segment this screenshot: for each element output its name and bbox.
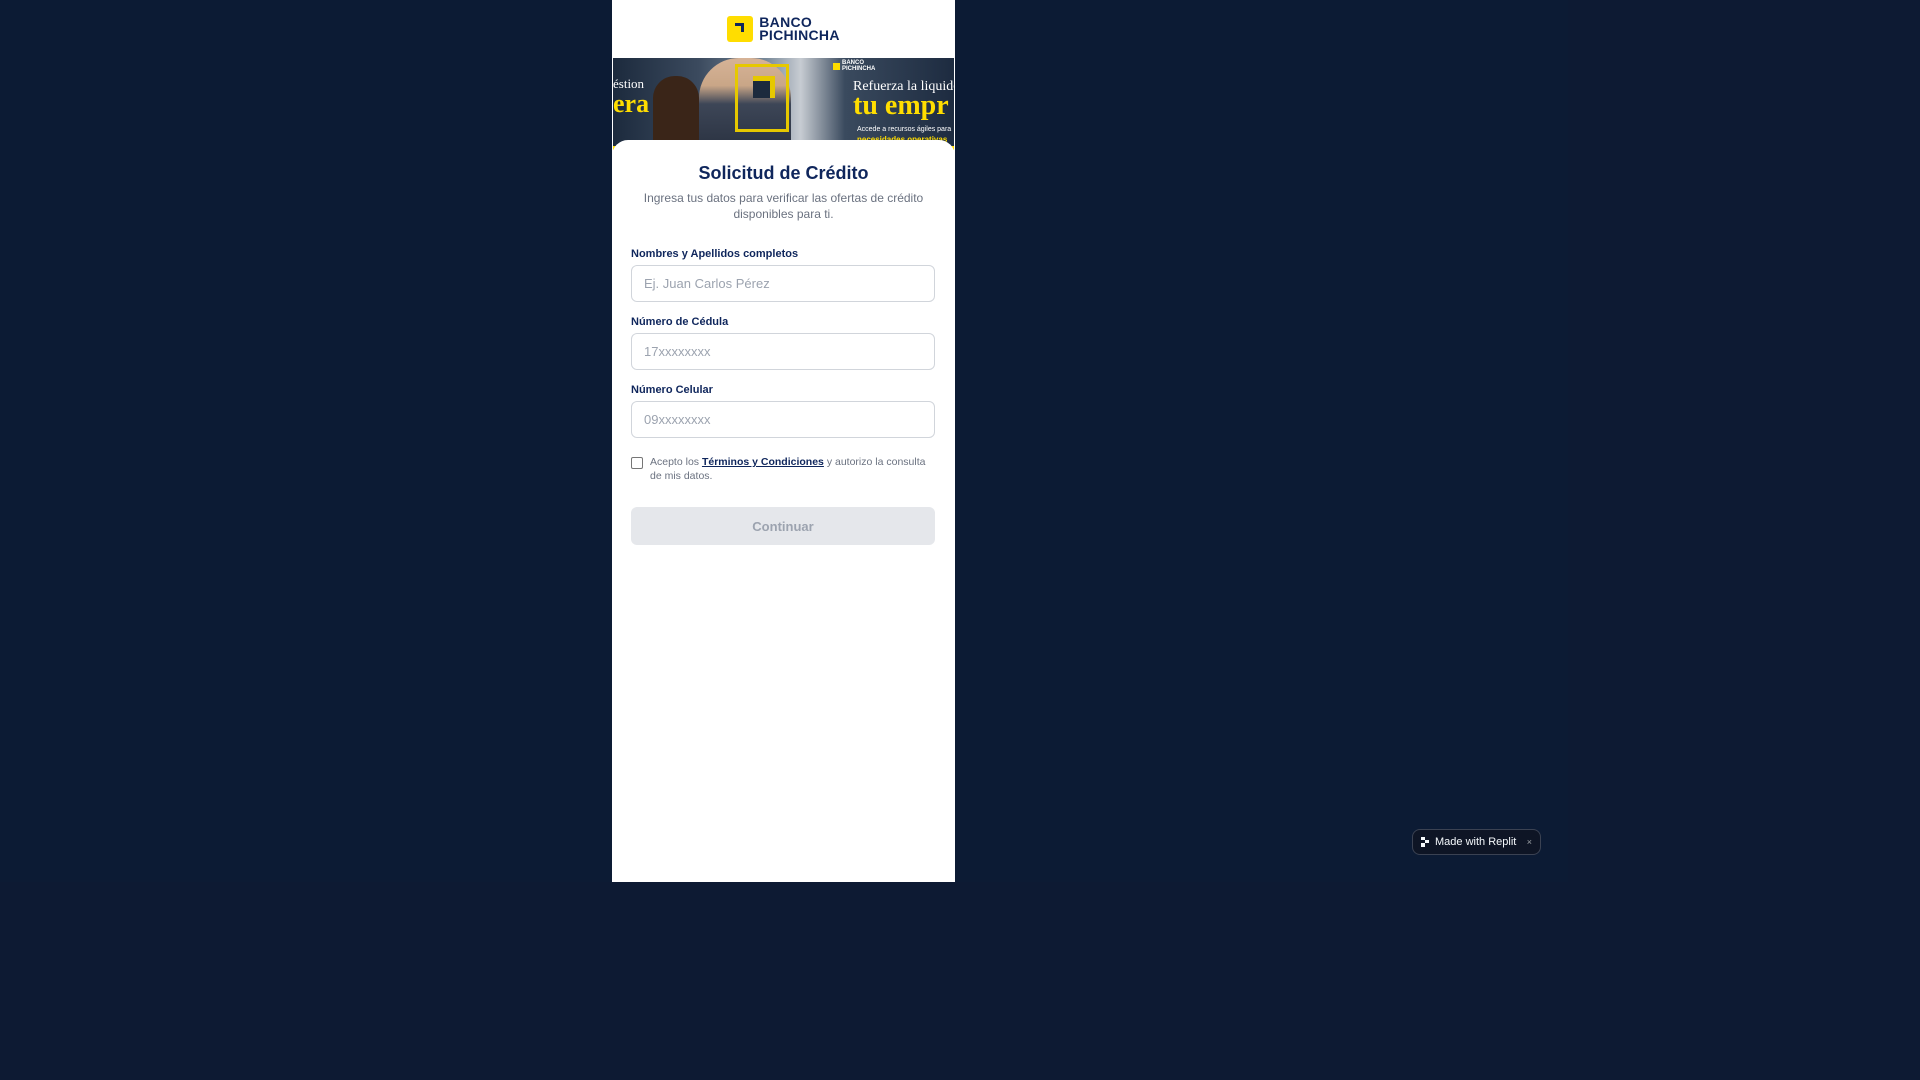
continue-button[interactable]: Continuar [631,507,935,545]
replit-icon [1421,837,1429,847]
name-field-group: Nombres y Apellidos completos [631,248,936,302]
terms-text: Acepto los Términos y Condiciones y auto… [650,455,936,483]
close-icon[interactable]: × [1527,837,1532,847]
phone-label: Número Celular [631,384,713,396]
terms-checkbox[interactable] [631,457,643,469]
banner-logo-frame [735,64,789,132]
banner-text-left-big: era [613,89,650,118]
page-title: Solicitud de Crédito [698,163,869,183]
phone-input[interactable] [631,401,935,438]
banner-text-right-big: tu empr [853,90,949,121]
terms-link[interactable]: Términos y Condiciones [702,456,824,468]
cedula-field-group: Número de Cédula [631,316,936,370]
banner-logo-mark-icon [753,76,775,98]
terms-prefix: Acepto los [650,456,702,468]
form-card: BANCO PICHINCHA éstion era BANCO PICHINC… [612,0,955,882]
full-name-input[interactable] [631,265,935,302]
phone-field-group: Número Celular [631,384,936,438]
bank-logo: BANCO PICHINCHA [727,15,840,43]
banner-person-left [653,76,699,150]
banner-mini-brand-icon [833,62,840,70]
form-fields: Nombres y Apellidos completos Número de … [631,248,936,438]
bank-logo-line2: PICHINCHA [759,27,840,43]
page-subtitle: Ingresa tus datos para verificar las ofe… [643,191,924,221]
form-content: Solicitud de Crédito Ingresa tus datos p… [612,140,955,545]
cedula-input[interactable] [631,333,935,370]
promo-banner: éstion era BANCO PICHINCHA Refuerza la l… [613,58,954,150]
header: BANCO PICHINCHA [612,0,955,58]
name-label: Nombres y Apellidos completos [631,248,799,260]
banner-text-right-small: Accede a recursos ágiles para [857,126,952,133]
banner-mini-brand: BANCO PICHINCHA [833,60,875,72]
terms-row: Acepto los Términos y Condiciones y auto… [631,455,936,483]
banner-mini-brand-line2: PICHINCHA [842,66,876,72]
replit-badge-label: Made with Replit [1435,836,1517,848]
replit-badge[interactable]: Made with Replit × [1412,829,1541,855]
bank-logo-mark-icon [727,16,754,42]
page-background: BANCO PICHINCHA éstion era BANCO PICHINC… [0,0,1568,882]
cedula-label: Número de Cédula [631,316,729,328]
bank-logo-text: BANCO PICHINCHA [759,15,840,43]
